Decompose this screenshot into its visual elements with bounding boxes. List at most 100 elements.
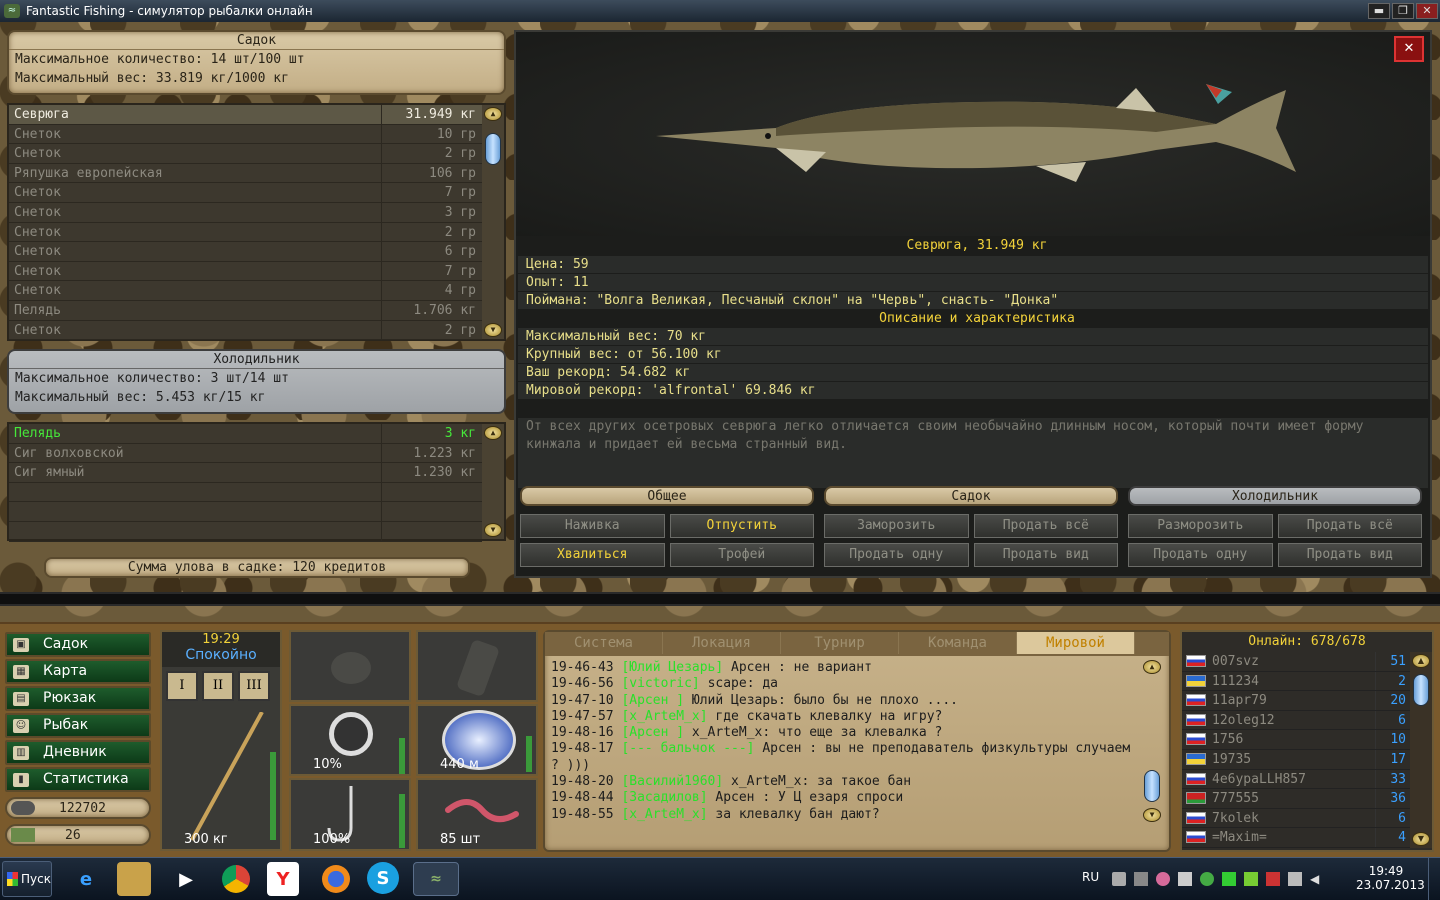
sadok-fish-row[interactable]: Снеток 6 гр <box>9 242 482 262</box>
nav-sadok[interactable]: ▣ Садок <box>5 632 151 657</box>
fridge-sell-kind-button[interactable]: Продать вид <box>1277 543 1422 567</box>
sadok-sell-one-button[interactable]: Продать одну <box>824 543 969 567</box>
online-user-row[interactable]: =Maxim= 4 <box>1182 828 1410 848</box>
online-user-row[interactable]: 7kolek 6 <box>1182 808 1410 829</box>
online-user-row[interactable]: 11apr79 20 <box>1182 691 1410 711</box>
line-slot[interactable]: 440 м <box>416 704 538 776</box>
minimize-button[interactable]: ▬ <box>1368 3 1390 19</box>
media-player-icon[interactable]: ▶ <box>167 862 205 896</box>
volume-icon[interactable]: ◀ <box>1310 872 1324 886</box>
fridge-sell-one-button[interactable]: Продать одну <box>1128 543 1273 567</box>
fridge-sell-all-button[interactable]: Продать всё <box>1277 514 1422 538</box>
scroll-down-icon[interactable]: ▼ <box>484 523 502 537</box>
release-button[interactable]: Отпустить <box>669 514 814 538</box>
scroll-thumb[interactable] <box>1144 770 1160 802</box>
scroll-up-icon[interactable]: ▲ <box>1143 660 1161 674</box>
chat-tab[interactable]: Система <box>545 632 663 654</box>
fantastic-fishing-task-icon[interactable]: ≈ <box>413 862 459 896</box>
hook-slot[interactable]: 100% <box>289 778 411 851</box>
restore-button[interactable]: ❐ <box>1392 3 1414 19</box>
nvidia-icon[interactable] <box>1244 872 1258 886</box>
slot-empty[interactable] <box>289 630 411 702</box>
chat-user[interactable]: [x_ArteM_x] <box>621 807 707 822</box>
chat-user[interactable]: [Засадилов] <box>621 790 707 805</box>
pen-icon[interactable] <box>1178 872 1192 886</box>
scroll-up-icon[interactable]: ▲ <box>484 426 502 440</box>
chat-user[interactable]: [--- бальчок ---] <box>621 741 754 756</box>
tray-app-icon[interactable] <box>1156 872 1170 886</box>
chrome-icon[interactable] <box>217 862 255 896</box>
scroll-thumb[interactable] <box>485 133 501 165</box>
flag-icon[interactable] <box>1266 872 1280 886</box>
chat-tab[interactable]: Турнир <box>781 632 899 654</box>
online-user-row[interactable]: 777555 36 <box>1182 789 1410 809</box>
chat-tab[interactable]: Команда <box>899 632 1017 654</box>
icq-icon[interactable] <box>1222 872 1236 886</box>
nav-map[interactable]: ▦ Карта <box>5 659 151 684</box>
chat-user[interactable]: [Арсен ] <box>621 725 684 740</box>
sadok-fish-row[interactable]: Севрюга 31.949 кг <box>9 105 482 125</box>
chat-tab[interactable]: Мировой <box>1017 632 1135 654</box>
online-user-row[interactable]: 4e6ypaLLH857 33 <box>1182 769 1410 790</box>
chat-user[interactable]: [Арсен ] <box>621 693 684 708</box>
chat-tab[interactable]: Локация <box>663 632 781 654</box>
sadok-sell-all-button[interactable]: Продать всё <box>973 514 1118 538</box>
sadok-sell-kind-button[interactable]: Продать вид <box>973 543 1118 567</box>
trophy-button[interactable]: Трофей <box>669 543 814 567</box>
yandex-icon[interactable]: Y <box>267 862 299 896</box>
sadok-fish-row[interactable]: Снеток 7 гр <box>9 261 482 282</box>
clock[interactable]: 19:49 23.07.2013 <box>1356 864 1425 892</box>
online-user-row[interactable]: 007svz 51 <box>1182 652 1410 672</box>
online-user-row[interactable]: 12oleg12 6 <box>1182 710 1410 731</box>
reel-slot[interactable]: 10% <box>289 704 411 776</box>
nav-stats[interactable]: ▮ Статистика <box>5 767 151 792</box>
chat-scrollbar[interactable]: ▲ ▼ <box>1141 660 1163 822</box>
bait-slot[interactable]: 85 шт <box>416 778 538 851</box>
sadok-fish-row[interactable]: Снеток 7 гр <box>9 183 482 203</box>
freeze-button[interactable]: Заморозить <box>824 514 969 538</box>
fridge-fish-row[interactable]: Сиг ямный 1.230 кг <box>9 463 482 483</box>
language-indicator[interactable]: RU <box>1082 870 1099 884</box>
sadok-scrollbar[interactable]: ▲ ▼ <box>482 105 504 339</box>
close-window-button[interactable]: ✕ <box>1416 3 1438 19</box>
fridge-fish-row[interactable]: Сиг волховской 1.223 кг <box>9 443 482 464</box>
fridge-fish-row[interactable]: Пелядь 3 кг <box>9 424 482 444</box>
sadok-fish-row[interactable]: Снеток 2 гр <box>9 222 482 243</box>
bait-button[interactable]: Наживка <box>520 514 665 538</box>
sadok-fish-row[interactable]: Снеток 4 гр <box>9 281 482 301</box>
fridge-scrollbar[interactable]: ▲ ▼ <box>482 424 504 539</box>
start-button[interactable]: Пуск <box>2 861 52 897</box>
show-desktop-button[interactable] <box>1428 858 1440 900</box>
sadok-fish-row[interactable]: Пелядь 1.706 кг <box>9 300 482 321</box>
folder-icon[interactable] <box>117 862 151 896</box>
online-user-row[interactable]: 19735 17 <box>1182 749 1410 770</box>
rod-slot-2[interactable]: II <box>202 671 234 701</box>
nav-diary[interactable]: ▥ Дневник <box>5 740 151 765</box>
rod-slot-3[interactable]: III <box>238 671 270 701</box>
online-user-row[interactable]: 111234 2 <box>1182 671 1410 692</box>
chat-user[interactable]: [victoric] <box>621 676 699 691</box>
network-icon[interactable] <box>1134 872 1148 886</box>
scroll-down-icon[interactable]: ▼ <box>484 323 502 337</box>
chat-user[interactable]: [Юлий Цезарь] <box>621 660 723 675</box>
ie-icon[interactable]: e <box>67 862 105 896</box>
nav-fisher[interactable]: ☺ Рыбак <box>5 713 151 738</box>
sadok-fish-row[interactable]: Ряпушка европейская 106 гр <box>9 163 482 184</box>
chat-user[interactable]: [Василий1960] <box>621 774 723 789</box>
brag-button[interactable]: Хвалиться <box>520 543 665 567</box>
online-scrollbar[interactable]: ▲ ▼ <box>1410 652 1432 848</box>
firefox-icon[interactable] <box>317 862 355 896</box>
scroll-down-icon[interactable]: ▼ <box>1143 808 1161 822</box>
sadok-fish-row[interactable]: Снеток 2 гр <box>9 320 482 341</box>
online-user-row[interactable]: 1756 10 <box>1182 730 1410 750</box>
chat-user[interactable]: [x_ArteM_x] <box>621 709 707 724</box>
nav-backpack[interactable]: ▤ Рюкзак <box>5 686 151 711</box>
scroll-up-icon[interactable]: ▲ <box>484 107 502 121</box>
slot-empty[interactable] <box>416 630 538 702</box>
sadok-fish-row[interactable]: Снеток 10 гр <box>9 124 482 145</box>
scroll-up-icon[interactable]: ▲ <box>1412 654 1430 668</box>
scroll-thumb[interactable] <box>1413 674 1429 706</box>
skype-icon[interactable]: S <box>367 862 399 894</box>
sadok-fish-row[interactable]: Снеток 3 гр <box>9 202 482 223</box>
rod-slot-1[interactable]: I <box>166 671 198 701</box>
